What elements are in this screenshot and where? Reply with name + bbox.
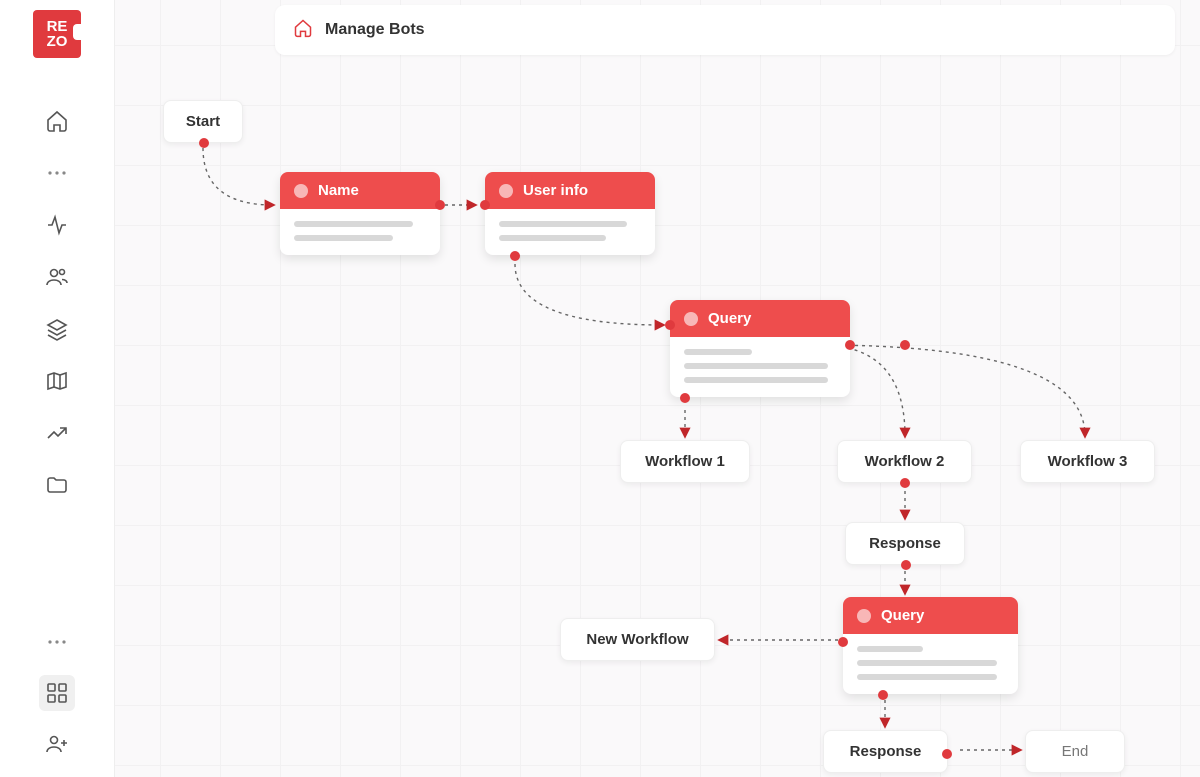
more-bottom-icon[interactable] xyxy=(44,629,70,655)
more-icon[interactable] xyxy=(44,160,70,186)
header-bar: Manage Bots xyxy=(275,5,1175,55)
users-icon[interactable] xyxy=(44,264,70,290)
node-name[interactable]: Name xyxy=(280,172,440,255)
node-workflow3[interactable]: Workflow 3 xyxy=(1020,440,1155,483)
page-title: Manage Bots xyxy=(325,21,425,39)
node-name-label: Name xyxy=(318,182,359,199)
node-userinfo-label: User info xyxy=(523,182,588,199)
node-response1[interactable]: Response xyxy=(845,522,965,565)
node-response1-label: Response xyxy=(869,535,941,552)
node-response2[interactable]: Response xyxy=(823,730,948,773)
app-logo[interactable]: RE ZO xyxy=(33,10,81,58)
trending-icon[interactable] xyxy=(44,420,70,446)
node-newworkflow-label: New Workflow xyxy=(586,631,688,648)
activity-icon[interactable] xyxy=(44,212,70,238)
grid-icon[interactable] xyxy=(39,675,75,711)
node-newworkflow[interactable]: New Workflow xyxy=(560,618,715,661)
sidebar: RE ZO xyxy=(0,0,115,777)
node-query2-label: Query xyxy=(881,607,924,624)
layers-icon[interactable] xyxy=(44,316,70,342)
node-workflow2-label: Workflow 2 xyxy=(865,453,945,470)
node-start[interactable]: Start xyxy=(163,100,243,143)
node-query2[interactable]: Query xyxy=(843,597,1018,694)
node-start-label: Start xyxy=(186,113,220,130)
node-workflow2[interactable]: Workflow 2 xyxy=(837,440,972,483)
node-end[interactable]: End xyxy=(1025,730,1125,773)
node-userinfo[interactable]: User info xyxy=(485,172,655,255)
home-icon[interactable] xyxy=(44,108,70,134)
node-query1-label: Query xyxy=(708,310,751,327)
flow-canvas[interactable]: Manage Bots Start xyxy=(115,0,1200,777)
node-end-label: End xyxy=(1062,743,1089,760)
node-query1[interactable]: Query xyxy=(670,300,850,397)
node-workflow1[interactable]: Workflow 1 xyxy=(620,440,750,483)
manage-bots-icon xyxy=(293,18,313,43)
logo-line1: RE xyxy=(47,19,68,34)
map-icon[interactable] xyxy=(44,368,70,394)
add-user-icon[interactable] xyxy=(44,731,70,757)
folder-icon[interactable] xyxy=(44,472,70,498)
node-response2-label: Response xyxy=(850,743,922,760)
node-workflow1-label: Workflow 1 xyxy=(645,453,725,470)
logo-line2: ZO xyxy=(47,34,68,49)
node-workflow3-label: Workflow 3 xyxy=(1048,453,1128,470)
